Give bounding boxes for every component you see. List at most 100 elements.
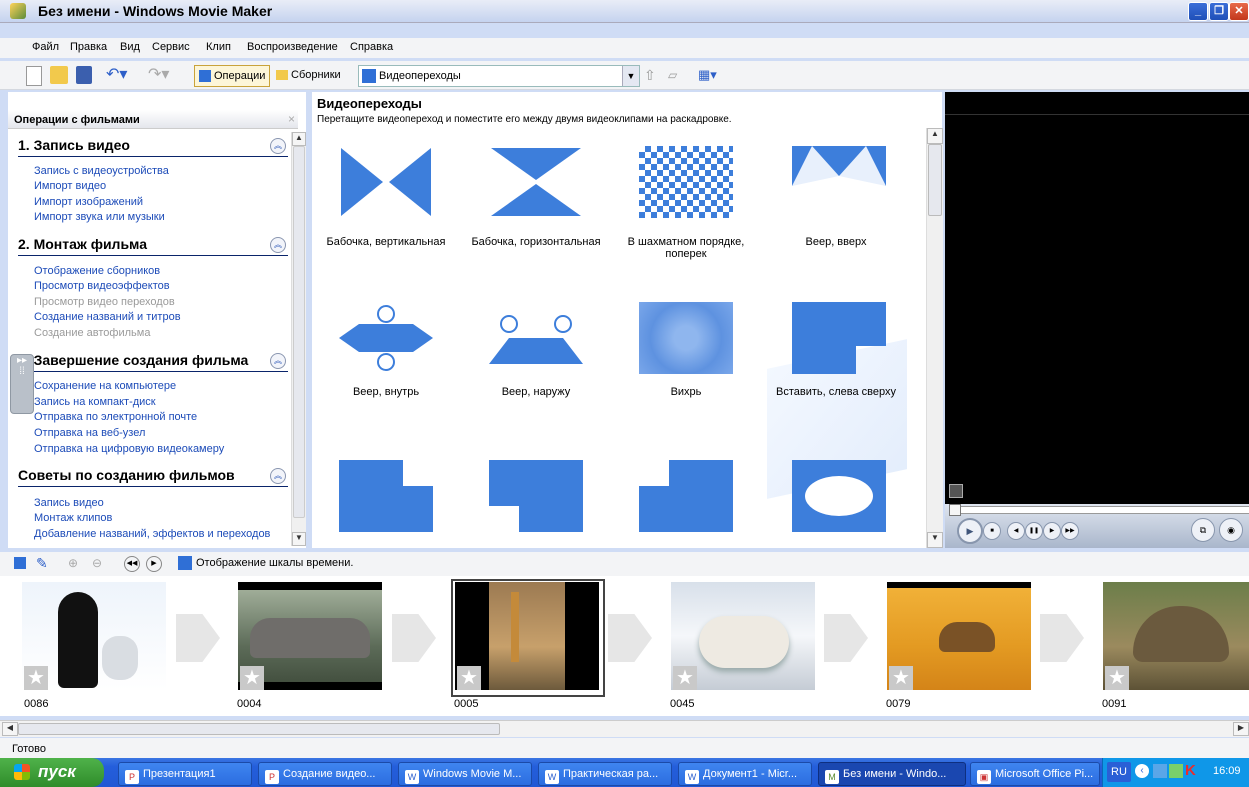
transition-tile[interactable]: Вихрь <box>628 298 778 428</box>
link-create-titles[interactable]: Создание названий и титров <box>34 311 181 323</box>
collapse-icon[interactable]: ︽ <box>270 237 286 253</box>
effect-star-icon[interactable]: ★ <box>240 666 264 690</box>
scroll-left-icon[interactable]: ◀ <box>2 722 18 736</box>
transition-slot-arrow[interactable] <box>1040 614 1084 662</box>
fullscreen-icon[interactable] <box>949 484 963 498</box>
effect-star-icon[interactable]: ★ <box>673 666 697 690</box>
link-tip-edit-clips[interactable]: Монтаж клипов <box>34 512 112 524</box>
language-indicator[interactable]: RU <box>1107 762 1131 782</box>
link-import-images[interactable]: Импорт изображений <box>34 196 143 208</box>
transition-slot-arrow[interactable] <box>824 614 868 662</box>
close-button[interactable]: ✕ <box>1229 2 1249 21</box>
collections-button[interactable]: Сборники <box>276 66 346 84</box>
menu-playback[interactable]: Воспроизведение <box>247 41 338 53</box>
new-folder-icon[interactable]: ▱ <box>668 66 686 84</box>
transition-tile[interactable]: Веер, внутрь <box>328 298 478 428</box>
taskbar-item[interactable]: P Презентация1 <box>118 762 252 786</box>
menu-service[interactable]: Сервис <box>152 41 190 53</box>
menu-file[interactable]: Файл <box>32 41 59 53</box>
seek-bar[interactable] <box>949 506 1249 514</box>
link-send-web[interactable]: Отправка на веб-узел <box>34 427 145 439</box>
storyboard-scrollbar[interactable]: ◀ ▶ <box>0 720 1249 737</box>
play-icon[interactable]: ▶ <box>957 518 983 544</box>
transition-slot-arrow[interactable] <box>176 614 220 662</box>
title-bar[interactable]: Без имени - Windows Movie Maker _ ❐ ✕ <box>0 0 1249 23</box>
transition-slot-arrow[interactable] <box>608 614 652 662</box>
restore-button[interactable]: ❐ <box>1209 2 1229 21</box>
storyboard-clip[interactable]: ★ <box>887 582 1031 690</box>
transition-tile[interactable] <box>628 458 778 548</box>
link-capture-device[interactable]: Запись с видеоустройства <box>34 165 169 177</box>
scroll-thumb[interactable] <box>928 144 942 216</box>
stop-icon[interactable]: ■ <box>983 522 1001 540</box>
link-send-email[interactable]: Отправка по электронной почте <box>34 411 197 423</box>
transition-tile[interactable]: В шахматном порядке, поперек <box>628 142 778 272</box>
effect-star-icon[interactable]: ★ <box>889 666 913 690</box>
zoom-out-icon[interactable]: ⊖ <box>92 556 102 570</box>
scroll-up-icon[interactable]: ▲ <box>292 132 306 146</box>
scroll-thumb[interactable] <box>18 723 500 735</box>
section-title-tips[interactable]: Советы по созданию фильмов <box>18 467 235 483</box>
pause-icon[interactable]: ❚❚ <box>1025 522 1043 540</box>
link-import-audio[interactable]: Импорт звука или музыки <box>34 211 165 223</box>
save-icon[interactable] <box>76 66 92 84</box>
antivirus-icon[interactable]: K <box>1185 762 1196 779</box>
collapse-icon[interactable]: ︽ <box>270 468 286 484</box>
minimize-button[interactable]: _ <box>1188 2 1208 21</box>
timeline-toggle-label[interactable]: Отображение шкалы времени. <box>196 557 353 569</box>
collection-scrollbar[interactable]: ▲ ▼ <box>926 128 943 548</box>
rewind-icon[interactable]: ◀◀ <box>124 556 140 572</box>
open-folder-icon[interactable] <box>50 66 68 84</box>
scroll-down-icon[interactable]: ▼ <box>927 532 943 548</box>
effect-star-icon[interactable]: ★ <box>24 666 48 690</box>
storyboard-clip[interactable]: ★ <box>455 582 599 690</box>
scroll-right-icon[interactable]: ▶ <box>1233 722 1249 736</box>
menu-edit[interactable]: Правка <box>70 41 107 53</box>
start-button[interactable]: пуск <box>0 758 104 787</box>
taskbar-item[interactable]: W Практическая ра... <box>538 762 672 786</box>
link-view-effects[interactable]: Просмотр видеоэффектов <box>34 280 170 292</box>
narrate-icon[interactable]: ✎ <box>36 555 48 572</box>
pane-close-icon[interactable]: × <box>288 112 295 126</box>
transition-tile[interactable]: Веер, наружу <box>478 298 628 428</box>
storyboard-clip[interactable]: ★ <box>22 582 166 690</box>
effect-star-icon[interactable]: ★ <box>1105 666 1129 690</box>
link-save-computer[interactable]: Сохранение на компьютере <box>34 380 176 392</box>
link-tip-capture[interactable]: Запись видео <box>34 497 104 509</box>
network-icon[interactable] <box>1153 764 1167 778</box>
taskbar-item[interactable]: P Создание видео... <box>258 762 392 786</box>
collapse-icon[interactable]: ︽ <box>270 353 286 369</box>
transition-tile[interactable] <box>328 458 478 548</box>
section-title-capture[interactable]: 1. Запись видео <box>18 137 130 153</box>
taskbar-item[interactable]: W Документ1 - Micr... <box>678 762 812 786</box>
section-title-finish[interactable]: 3. Завершение создания фильма <box>18 352 248 368</box>
menu-help[interactable]: Справка <box>350 41 393 53</box>
transition-slot-arrow[interactable] <box>392 614 436 662</box>
redo-icon[interactable]: ↷▾ <box>148 66 170 84</box>
link-show-collections[interactable]: Отображение сборников <box>34 265 160 277</box>
timeline-icon[interactable] <box>14 557 26 569</box>
storyboard-clip[interactable]: ★ <box>238 582 382 690</box>
menu-clip[interactable]: Клип <box>206 41 231 53</box>
transition-tile[interactable]: Вставить, слева сверху <box>776 298 928 428</box>
tasks-scrollbar[interactable]: ▲ ▼ <box>291 132 306 546</box>
tray-expand-icon[interactable]: ‹ <box>1135 764 1149 778</box>
link-tip-titles-effects[interactable]: Добавление названий, эффектов и переходо… <box>34 528 270 540</box>
new-project-icon[interactable] <box>26 66 42 86</box>
pane-grip-handle[interactable]: ▸▸ ⁞⁞ <box>10 354 34 414</box>
snapshot-icon[interactable]: ◉ <box>1219 518 1243 542</box>
split-clip-icon[interactable]: ⧉ <box>1191 518 1215 542</box>
up-level-icon[interactable]: ⇧ <box>644 66 660 84</box>
transition-tile[interactable] <box>778 458 928 548</box>
storyboard-clip[interactable]: ★ <box>671 582 815 690</box>
transition-tile[interactable]: Бабочка, горизонтальная <box>471 142 628 272</box>
taskbar-item-active[interactable]: M Без имени - Windo... <box>818 762 966 786</box>
section-title-edit[interactable]: 2. Монтаж фильма <box>18 236 147 252</box>
chevron-down-icon[interactable]: ▼ <box>622 66 639 86</box>
transition-tile[interactable] <box>478 458 628 548</box>
taskbar-item[interactable]: ▣ Microsoft Office Pi... <box>970 762 1100 786</box>
transition-tile[interactable]: Бабочка, вертикальная <box>327 142 478 272</box>
storyboard-clip[interactable]: ★ <box>1103 582 1249 690</box>
collection-select[interactable]: Видеопереходы ▼ <box>358 65 640 87</box>
views-icon[interactable]: ▦▾ <box>698 66 722 84</box>
